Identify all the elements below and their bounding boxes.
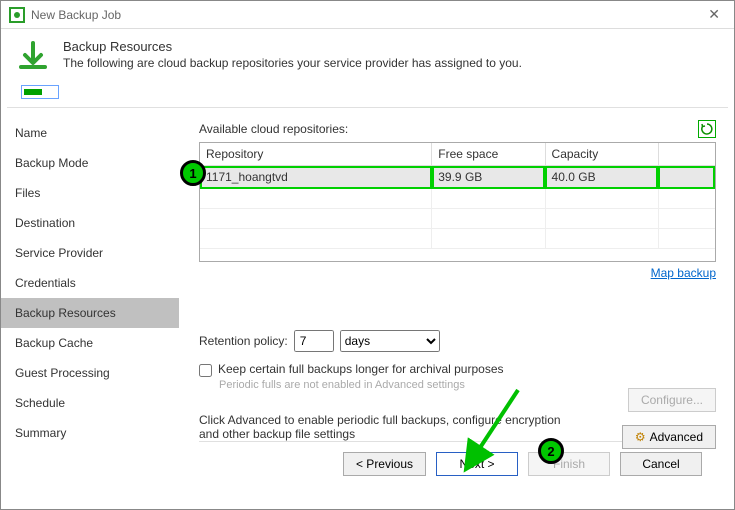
window-title: New Backup Job (31, 8, 702, 22)
cell-repository: 1171_hoangtvd (200, 166, 432, 189)
refresh-icon[interactable] (698, 120, 716, 138)
repositories-table: Repository Free space Capacity 1171_hoan… (199, 142, 716, 262)
table-row[interactable] (200, 229, 715, 249)
sidebar-item-service-provider[interactable]: Service Provider (1, 238, 179, 268)
advanced-button[interactable]: ⚙ Advanced (622, 425, 716, 449)
archival-checkbox[interactable] (199, 364, 212, 377)
download-arrow-icon (15, 39, 51, 75)
sidebar-item-name[interactable]: Name (1, 118, 179, 148)
col-header-free-space[interactable]: Free space (432, 143, 545, 166)
repositories-label: Available cloud repositories: (199, 122, 348, 136)
sidebar-item-destination[interactable]: Destination (1, 208, 179, 238)
app-icon (9, 7, 25, 23)
sidebar-item-guest-processing[interactable]: Guest Processing (1, 358, 179, 388)
cell-free-space: 39.9 GB (432, 166, 545, 189)
wizard-sidebar: Name Backup Mode Files Destination Servi… (1, 108, 179, 509)
previous-button[interactable]: < Previous (343, 452, 426, 476)
retention-value-input[interactable] (294, 330, 334, 352)
retention-label: Retention policy: (199, 334, 288, 348)
cell-capacity: 40.0 GB (545, 166, 658, 189)
table-row[interactable] (200, 189, 715, 209)
map-backup-link[interactable]: Map backup (651, 266, 716, 280)
next-button[interactable]: Next > (436, 452, 518, 476)
sidebar-item-backup-resources[interactable]: Backup Resources (1, 298, 179, 328)
finish-button: Finish (528, 452, 610, 476)
main-panel: Available cloud repositories: Repository… (179, 108, 734, 509)
configure-button: Configure... (628, 388, 716, 412)
table-row[interactable]: 1171_hoangtvd 39.9 GB 40.0 GB (200, 166, 715, 189)
wizard-thumb-icon (21, 85, 59, 99)
cancel-button[interactable]: Cancel (620, 452, 702, 476)
archival-label: Keep certain full backups longer for arc… (218, 362, 504, 376)
dialog-window: New Backup Job ✕ Backup Resources The fo… (0, 0, 735, 510)
col-header-repository[interactable]: Repository (200, 143, 432, 166)
col-header-capacity[interactable]: Capacity (545, 143, 658, 166)
retention-unit-select[interactable]: days (340, 330, 440, 352)
sidebar-item-files[interactable]: Files (1, 178, 179, 208)
sidebar-item-summary[interactable]: Summary (1, 418, 179, 448)
page-subtitle: The following are cloud backup repositor… (63, 56, 522, 70)
titlebar: New Backup Job ✕ (1, 1, 734, 29)
close-icon[interactable]: ✕ (702, 4, 726, 25)
sidebar-item-backup-cache[interactable]: Backup Cache (1, 328, 179, 358)
advanced-hint: Click Advanced to enable periodic full b… (199, 413, 579, 441)
sidebar-item-credentials[interactable]: Credentials (1, 268, 179, 298)
sidebar-item-schedule[interactable]: Schedule (1, 388, 179, 418)
table-row[interactable] (200, 209, 715, 229)
page-title: Backup Resources (63, 39, 522, 54)
gear-icon: ⚙ (635, 430, 646, 444)
sidebar-item-backup-mode[interactable]: Backup Mode (1, 148, 179, 178)
header: Backup Resources The following are cloud… (1, 29, 734, 81)
col-header-spacer (658, 143, 715, 166)
